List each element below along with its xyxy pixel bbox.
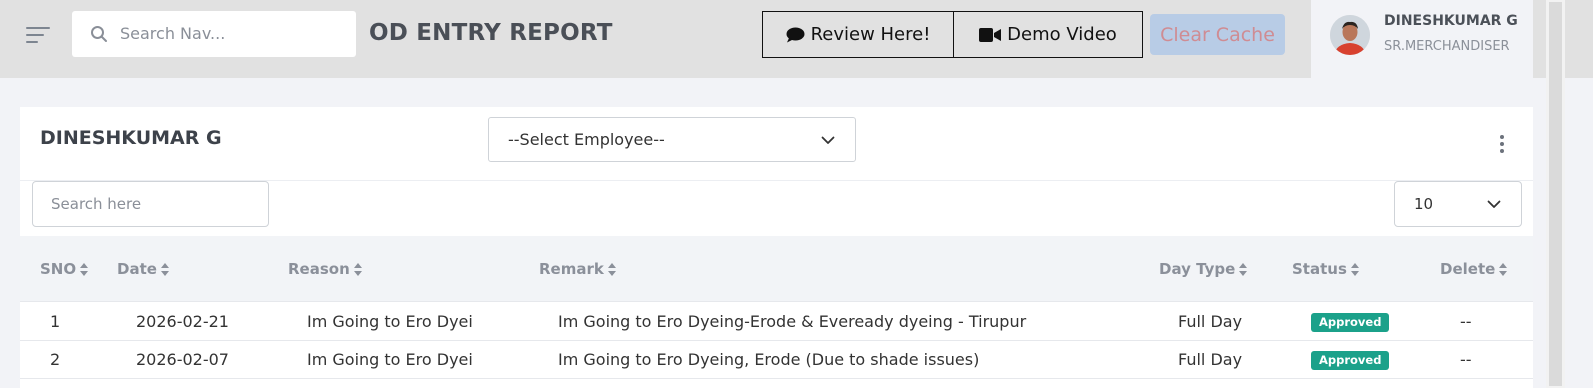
sort-icon xyxy=(160,262,169,276)
review-button-label: Review Here! xyxy=(810,24,931,45)
table-header: SNO Date Reason Remark Day Type Status D… xyxy=(20,236,1533,302)
cell-date: 2026-02-07 xyxy=(136,350,229,369)
cell-day-type: Full Day xyxy=(1178,350,1243,369)
cell-remark: Im Going to Ero Dyeing-Erode & Eveready … xyxy=(558,312,1027,331)
hamburger-icon[interactable] xyxy=(26,25,52,45)
column-header-status[interactable]: Status xyxy=(1292,260,1359,278)
cell-delete: -- xyxy=(1460,350,1472,369)
cell-date: 2026-02-21 xyxy=(136,312,229,331)
table-row: 1 2026-02-21 Im Going to Ero Dyei Im Goi… xyxy=(20,303,1533,341)
sort-icon xyxy=(1499,262,1508,276)
column-header-sno[interactable]: SNO xyxy=(40,260,89,278)
search-icon xyxy=(91,26,107,42)
column-header-day-type[interactable]: Day Type xyxy=(1159,260,1248,278)
user-name: DINESHKUMAR G xyxy=(1384,13,1518,29)
sort-icon xyxy=(1239,262,1248,276)
sort-icon xyxy=(353,262,362,276)
cell-sno: 1 xyxy=(50,312,61,331)
video-camera-icon xyxy=(979,27,1002,42)
page-size-value: 10 xyxy=(1414,195,1434,213)
demo-video-button-label: Demo Video xyxy=(1007,24,1117,45)
sort-icon xyxy=(1350,262,1359,276)
sort-icon xyxy=(80,262,89,276)
card-title: DINESHKUMAR G xyxy=(40,127,222,149)
cell-remark: Im Going to Ero Dyeing, Erode (Due to sh… xyxy=(558,350,980,369)
status-badge: Approved xyxy=(1311,351,1390,370)
report-card: DINESHKUMAR G --Select Employee-- Search… xyxy=(20,107,1533,388)
search-nav-input[interactable]: Search Nav... xyxy=(72,11,356,57)
demo-video-button[interactable]: Demo Video xyxy=(953,11,1143,58)
chevron-down-icon xyxy=(1487,200,1501,208)
comment-icon xyxy=(786,27,805,42)
employee-select-value: --Select Employee-- xyxy=(508,130,665,149)
search-nav-placeholder: Search Nav... xyxy=(120,24,226,43)
cell-sno: 2 xyxy=(50,350,61,369)
review-button[interactable]: Review Here! xyxy=(762,11,954,58)
column-header-reason[interactable]: Reason xyxy=(288,260,362,278)
cell-day-type: Full Day xyxy=(1178,312,1243,331)
table-search-placeholder: Search here xyxy=(51,195,142,213)
column-header-date[interactable]: Date xyxy=(117,260,169,278)
card-header: DINESHKUMAR G --Select Employee-- xyxy=(20,107,1533,181)
chevron-down-icon xyxy=(821,136,835,144)
kebab-menu-icon[interactable] xyxy=(1499,135,1505,153)
employee-select[interactable]: --Select Employee-- xyxy=(488,117,856,162)
table-row: 2 2026-02-07 Im Going to Ero Dyei Im Goi… xyxy=(20,341,1533,379)
page-title: OD ENTRY REPORT xyxy=(369,20,613,46)
table-search-input[interactable]: Search here xyxy=(32,181,269,227)
page-scrollbar[interactable] xyxy=(1546,0,1565,388)
avatar xyxy=(1330,15,1370,55)
column-header-remark[interactable]: Remark xyxy=(539,260,616,278)
cell-reason: Im Going to Ero Dyei xyxy=(307,312,473,331)
sort-icon xyxy=(607,262,616,276)
top-bar: Search Nav... OD ENTRY REPORT Review Her… xyxy=(0,0,1593,78)
column-header-delete[interactable]: Delete xyxy=(1440,260,1508,278)
cell-reason: Im Going to Ero Dyei xyxy=(307,350,473,369)
status-badge: Approved xyxy=(1311,313,1390,332)
user-role: SR.MERCHANDISER xyxy=(1384,39,1510,54)
user-profile[interactable]: DINESHKUMAR G SR.MERCHANDISER xyxy=(1311,0,1533,78)
cell-delete: -- xyxy=(1460,312,1472,331)
page-size-select[interactable]: 10 xyxy=(1394,181,1522,227)
clear-cache-button[interactable]: Clear Cache xyxy=(1150,14,1285,55)
